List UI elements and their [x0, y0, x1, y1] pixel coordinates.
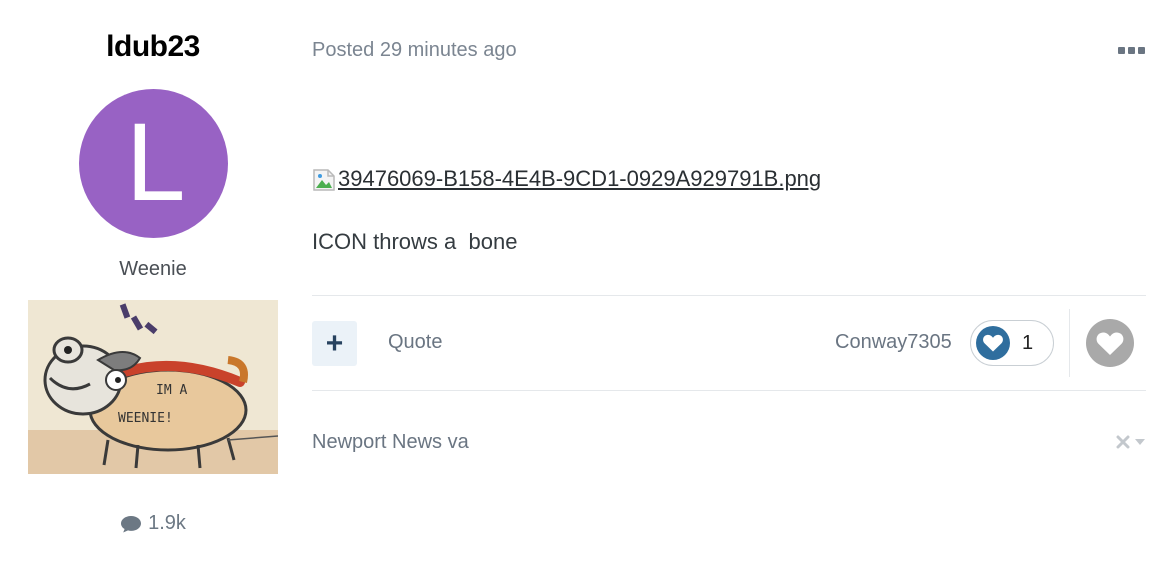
multiquote-button[interactable]: +: [312, 321, 357, 366]
signature-options-button[interactable]: [1108, 432, 1146, 452]
heart-icon: [1096, 331, 1124, 355]
react-button[interactable]: [1086, 319, 1134, 367]
heart-icon: [976, 326, 1010, 360]
quote-button[interactable]: Quote: [388, 331, 442, 354]
divider: [1069, 309, 1070, 377]
avatar-letter: L: [124, 102, 183, 225]
more-options-button[interactable]: [1116, 40, 1146, 60]
chevron-down-icon: [1135, 439, 1145, 445]
author-username[interactable]: ldub23: [28, 30, 278, 64]
post-count[interactable]: 1.9k: [28, 512, 278, 535]
post-content: Posted 29 minutes ago 39476069-B158-4E4B…: [312, 0, 1146, 561]
reaction-count: 1: [1022, 331, 1034, 354]
group-image-text-1: IM A: [156, 383, 187, 398]
member-group: Weenie: [119, 258, 187, 280]
avatar[interactable]: L: [79, 89, 228, 238]
post-count-value: 1.9k: [148, 512, 186, 534]
post-timestamp[interactable]: Posted 29 minutes ago: [312, 39, 517, 62]
broken-image-icon: [312, 168, 336, 192]
divider: [312, 295, 1146, 296]
divider: [312, 390, 1146, 391]
signature-location: Newport News va: [312, 431, 469, 453]
post-body-text: ICON throws a bone: [312, 229, 518, 254]
group-image: IM A WEENIE!: [28, 300, 278, 474]
ellipsis-icon: [1117, 46, 1125, 54]
reactor-name[interactable]: Conway7305: [835, 331, 952, 354]
close-icon: [1116, 435, 1130, 449]
group-image-text-2: WEENIE!: [118, 411, 173, 426]
attached-image-filename: 39476069-B158-4E4B-9CD1-0929A929791B.png: [338, 166, 822, 191]
reaction-summary[interactable]: 1: [970, 320, 1054, 366]
attached-image-link[interactable]: 39476069-B158-4E4B-9CD1-0929A929791B.png: [312, 166, 821, 192]
author-panel: ldub23 L Weenie IM A WEENIE! 1.9k: [28, 0, 278, 561]
speech-bubble-icon: [121, 515, 142, 532]
